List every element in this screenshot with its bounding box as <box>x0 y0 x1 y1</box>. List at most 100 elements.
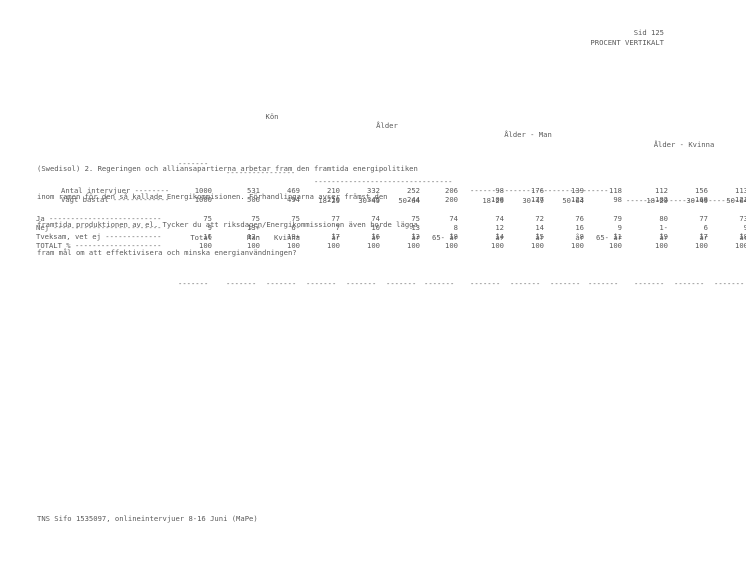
cell-r3-c-11: 100 <box>655 241 668 251</box>
cell-r3-c-12: 100 <box>695 241 708 251</box>
table-row: Nej ------------------------- 9 13+ 6- 7 10 13… <box>36 222 746 232</box>
cell-r1-c-0: 9 <box>207 222 212 232</box>
cell-r0-c-4: 74 <box>371 213 380 223</box>
cell-r3-c-3: 100 <box>327 241 340 251</box>
cell-r2-c-1: 12- <box>247 231 260 241</box>
cell-r0-c-14: 69 <box>742 214 746 223</box>
cell-r1-c-8: 14 <box>535 222 544 232</box>
base-row: Antal intervjuer -------- 1000 531 469 210 33… <box>36 186 746 195</box>
base-row: Vägt bastal ------------- 1000 506 494 210 34… <box>36 195 746 205</box>
cell-r1-c-6: 8 <box>453 222 458 232</box>
cell-r1-c-12: 6 <box>703 222 708 232</box>
cell-r1-c-4: 345 <box>367 195 380 205</box>
cell-r3-c-4: 100 <box>367 241 380 251</box>
cell-r1-c-11: 1- <box>659 222 668 232</box>
cell-r2-c-12: 17 <box>699 231 708 241</box>
group-header-alder-kvinna: Ålder - Kvinna <box>653 139 715 149</box>
cell-r1-c-0: 1000 <box>194 195 212 205</box>
cell-r1-c-4: 10 <box>371 222 380 232</box>
page-number-label: Sid 125 <box>633 28 664 37</box>
cell-r0-c-8: 72 <box>535 213 544 223</box>
cell-r1-c-10: 98 <box>613 195 622 205</box>
cell-r2-c-7: 14 <box>495 231 504 241</box>
rule-col-12: ------- <box>674 279 705 289</box>
cell-r2-c-4: 16 <box>371 231 380 241</box>
cell-r3-c-7: 100 <box>491 241 504 251</box>
cell-r0-c-4: 332 <box>367 186 380 195</box>
cell-r2-c-14: 24 <box>742 232 746 241</box>
row-label: Vägt bastal ------------- <box>61 195 170 205</box>
cell-r0-c-3: 210 <box>327 186 340 195</box>
rule-col-11: ------- <box>634 279 665 289</box>
cell-r1-c-1: 13+ <box>247 222 260 232</box>
cell-r0-c-13: 113 <box>735 186 746 195</box>
cell-r1-c-12: 168 <box>695 195 708 205</box>
cell-r3-c-6: 100 <box>445 241 458 251</box>
rule-col-5: ------- <box>386 279 417 289</box>
cell-r1-c-2: 6- <box>291 222 300 232</box>
cell-r0-c-1: 75 <box>251 213 260 223</box>
rule-col-0: ------- <box>178 279 209 289</box>
rule-col-4: ------- <box>346 279 377 289</box>
base-rows-group: Antal intervjuer -------- 1000 531 469 210 33… <box>36 186 746 205</box>
cell-r1-c-3: 210 <box>327 195 340 205</box>
cell-r3-c-2: 100 <box>287 241 300 251</box>
cell-r0-c-3: 77 <box>331 213 340 223</box>
question-line-1: (Swedisol) 2. Regeringen och alliansapar… <box>37 163 418 173</box>
percent-mode-label: PROCENT VERTIKALT <box>590 38 664 47</box>
table-body: Antal intervjuer -------- 1000 531 469 210 33… <box>36 186 746 251</box>
cell-r2-c-13: 18 <box>739 231 746 241</box>
cell-r1-c-8: 177 <box>531 195 544 205</box>
row-label: Antal intervjuer -------- <box>61 186 170 195</box>
rule-col-1: ------- <box>226 279 257 289</box>
cell-r0-c-2: 75 <box>291 213 300 223</box>
cell-r2-c-11: 19 <box>659 231 668 241</box>
cell-r0-c-12: 77 <box>699 213 708 223</box>
table-row: Tveksam, vet ej ------------- 16 12- 19+ 17 1… <box>36 231 746 241</box>
cell-r0-c-7: 74 <box>495 213 504 223</box>
table-row: Ja -------------------------- 75 75 75 77 74 7… <box>36 213 746 223</box>
rule-col-9: ------- <box>550 279 581 289</box>
group-header-row: Kön Ålder Ålder - Man Ålder - Kvinna <box>36 103 736 149</box>
row-label: Ja -------------------------- <box>36 213 162 223</box>
report-page: Sid 125 PROCENT VERTIKALT Kön Ålder Ålde… <box>0 0 746 576</box>
rule-col-7: ------- <box>470 279 501 289</box>
cell-r3-c-0: 100 <box>199 241 212 251</box>
rule-col-3: ------- <box>306 279 337 289</box>
cell-r2-c-6: 18 <box>449 231 458 241</box>
row-label: Tveksam, vet ej ------------- <box>36 231 162 241</box>
cell-r2-c-8: 15 <box>535 231 544 241</box>
cell-r0-c-0: 1000 <box>194 186 212 195</box>
cell-r0-c-10: 118 <box>609 186 622 195</box>
cell-r3-c-14: 100 <box>742 241 746 250</box>
cell-r1-c-13: 121 <box>735 195 746 205</box>
table-rule-bottom: ------- ------- ------- ------- ------- -----… <box>36 279 744 289</box>
rule-col-8: ------- <box>510 279 541 289</box>
cell-r1-c-3: 7 <box>335 222 340 232</box>
cell-r0-c-2: 469 <box>287 186 300 195</box>
cell-r1-c-13: 9 <box>743 222 746 232</box>
group-header-kon: Kön <box>265 112 279 122</box>
answer-rows-group: Ja -------------------------- 75 75 75 77 74 7… <box>36 213 746 251</box>
cell-r0-c-8: 176 <box>531 186 544 195</box>
cell-r1-c-14: 6 <box>742 223 746 232</box>
cell-r0-c-11: 80 <box>659 213 668 223</box>
cell-r3-c-10: 100 <box>609 241 622 251</box>
page-header: Sid 125 PROCENT VERTIKALT <box>590 28 664 48</box>
rule-col-2: ------- <box>266 279 297 289</box>
cell-r0-c-12: 156 <box>695 186 708 195</box>
row-label: TOTALT % -------------------- <box>36 241 162 251</box>
cell-r1-c-10: 9 <box>617 222 622 232</box>
cell-r1-c-7: 12 <box>495 222 504 232</box>
table-row: TOTALT % -------------------- 100 100 100 10… <box>36 241 746 251</box>
cell-r1-c-1: 506 <box>247 195 260 205</box>
cell-r0-c-14: 88 <box>742 186 746 195</box>
cell-r1-c-6: 200 <box>445 195 458 205</box>
cell-r1-c-7: 108 <box>491 195 504 205</box>
cell-r0-c-7: 98 <box>495 186 504 195</box>
source-footer: TNS Sifo 1535097, onlineintervjuer 8-16 … <box>37 514 258 523</box>
cell-r3-c-13: 100 <box>735 241 746 251</box>
rule-col-13: ------- <box>714 279 745 289</box>
cell-r0-c-6: 206 <box>445 186 458 195</box>
row-label: Nej ------------------------- <box>36 222 162 232</box>
